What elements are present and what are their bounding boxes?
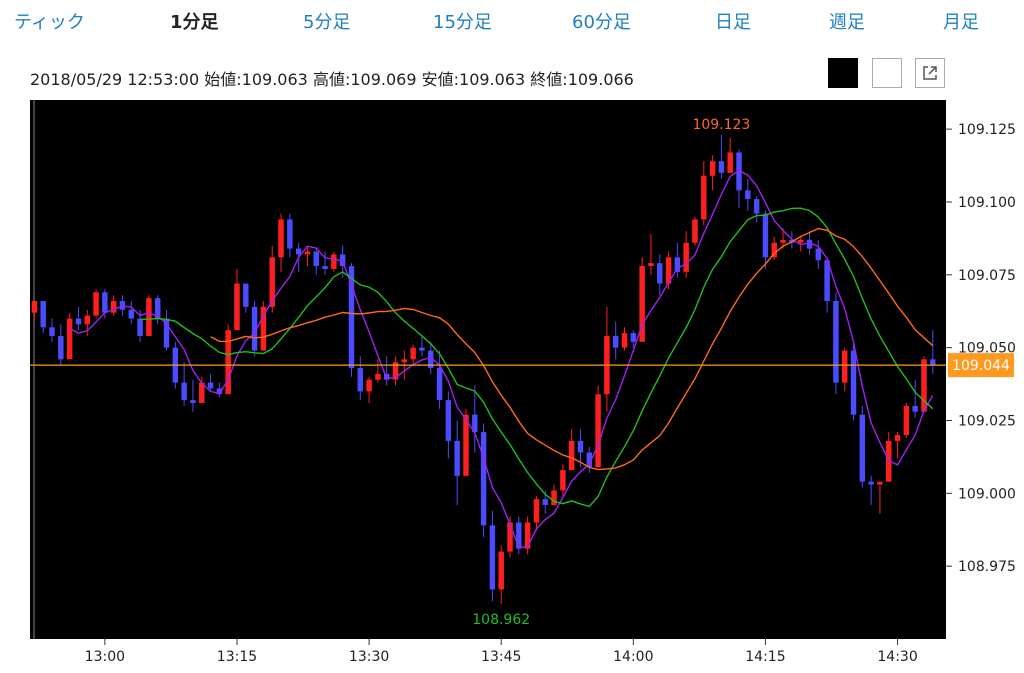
x-tick-label: 13:45 [481,649,521,665]
candle-body [295,248,302,255]
candle-body [894,435,901,441]
candle-body [780,239,786,243]
candle-body [278,219,284,258]
x-tick-label: 14:00 [613,649,653,665]
candle-body [833,301,839,383]
candle-body [868,481,874,485]
candle-body [40,301,46,328]
x-tick-label: 14:30 [877,649,917,665]
candle-body [84,315,90,325]
candle-body [480,432,487,526]
candle-body [859,414,866,482]
candle-body [419,347,425,351]
candle-body [516,522,522,549]
candle-body [137,318,143,336]
candle-body [102,292,108,313]
candle-body [119,301,126,310]
candle-body [375,373,381,380]
candle-body [560,470,566,491]
candle-body [753,199,760,214]
candle-body [313,251,319,267]
candle-body [207,382,214,389]
candle-body [243,283,249,307]
candle-body [304,251,311,255]
y-tick-label: 109.000 [958,486,1016,502]
candle-body [75,318,82,325]
candle-body [745,190,751,200]
candle-body [568,440,575,471]
x-tick-label: 13:15 [217,649,257,665]
candle-body [110,301,117,313]
candle-body [921,359,927,412]
candle-body [762,213,769,258]
candle-body [58,335,64,360]
current-price-label: 109.044 [952,358,1010,374]
candle-body [445,400,452,441]
y-tick-label: 109.075 [958,268,1016,284]
candle-body [718,161,725,173]
candle-body [612,335,619,348]
candle-body [401,359,408,363]
candle-body [31,301,38,313]
candle-body [595,394,601,468]
candle-body [692,219,698,243]
plot-area [30,100,946,639]
candle-body [234,283,240,331]
candle-body [657,263,663,284]
candle-body [357,368,364,392]
y-tick-label: 109.025 [958,413,1016,429]
candle-body [287,219,293,249]
candle-body [727,152,733,173]
candle-body [850,350,857,415]
candle-body [190,400,196,404]
high-annotation: 109.123 [692,117,750,133]
candle-body [225,330,231,395]
candle-body [621,333,628,348]
candle-body [630,333,637,342]
candle-body [709,161,716,176]
candle-body [903,405,910,436]
candle-body [877,481,883,485]
candlestick-chart[interactable]: 109.125109.100109.075109.050109.025109.0… [0,0,1024,673]
candle-body [331,254,337,269]
candle-body [648,263,654,267]
y-tick-label: 109.125 [958,122,1016,138]
candle-body [66,318,73,360]
x-tick-label: 13:00 [85,649,125,665]
candle-body [436,368,443,401]
candle-body [930,359,936,366]
candle-body [533,499,540,523]
candle-body [701,175,707,220]
candle-body [797,239,804,243]
candle-body [577,440,584,453]
candle-body [815,248,822,261]
candle-body [841,350,848,383]
low-annotation: 108.962 [472,612,530,628]
candle-body [322,266,328,269]
candle-body [366,379,372,392]
candle-body [912,405,918,412]
candle-body [683,242,689,272]
candle-body [542,499,548,505]
y-tick-label: 109.100 [958,195,1016,211]
candle-body [489,525,496,590]
candle-body [551,490,557,505]
candle-body [146,298,152,336]
candle-body [181,382,187,401]
candle-body [507,522,513,552]
y-tick-label: 108.975 [958,559,1016,575]
candle-body [93,292,99,316]
candle-body [49,327,55,336]
candle-body [410,347,416,360]
x-tick-label: 14:15 [745,649,785,665]
candle-body [498,551,504,590]
candle-body [454,440,460,476]
candle-body [524,522,531,549]
candle-body [128,309,135,319]
x-tick-label: 13:30 [349,649,389,665]
